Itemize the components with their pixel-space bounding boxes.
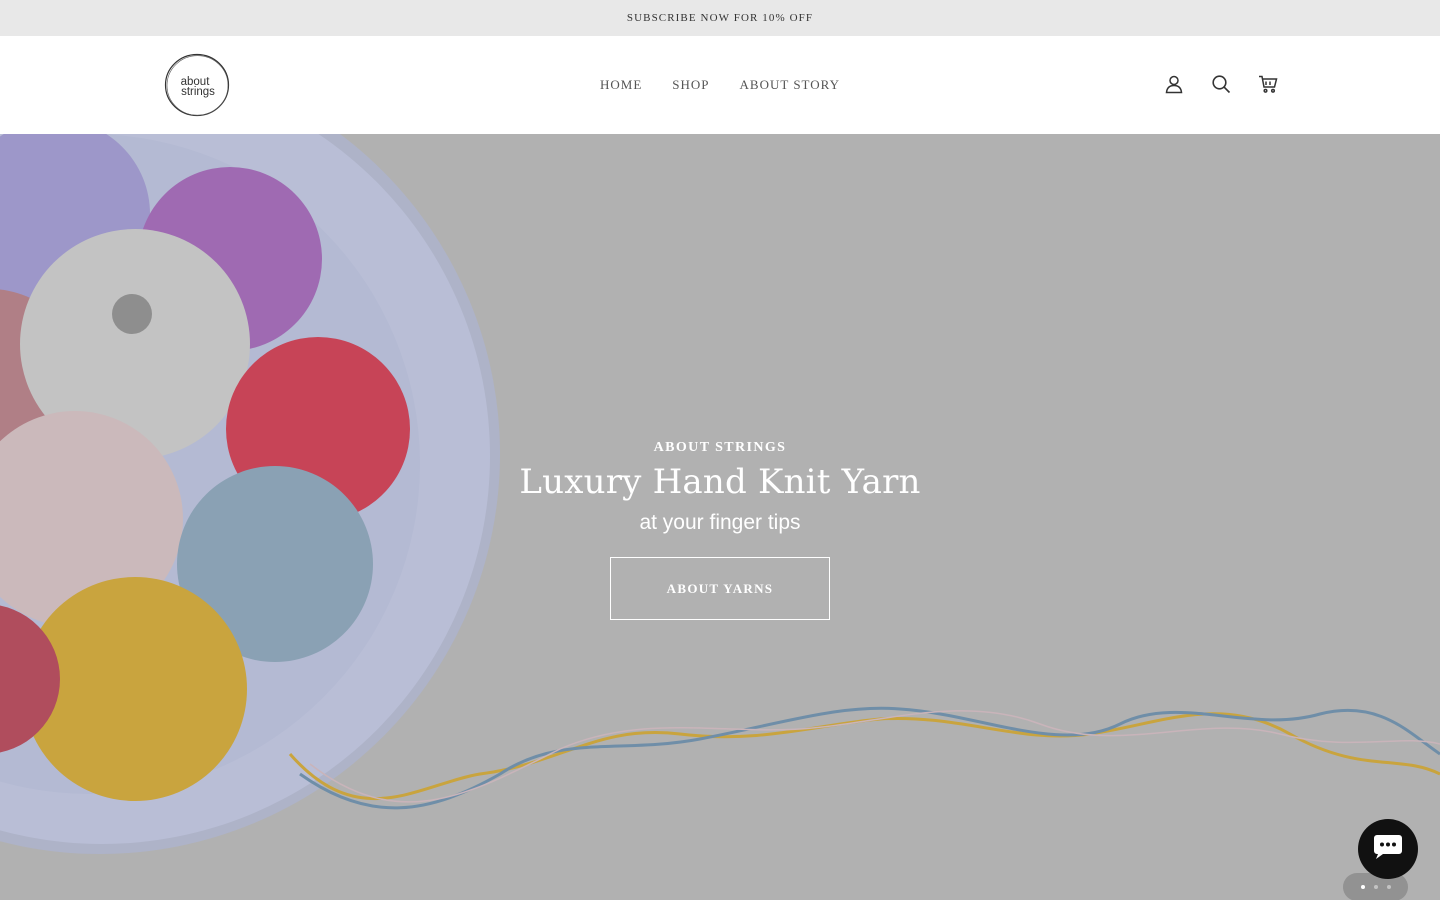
- slide-dot-3[interactable]: [1386, 885, 1391, 889]
- search-icon[interactable]: [1211, 74, 1231, 94]
- hero-slideshow: ABOUT STRINGS Luxury Hand Knit Yarn at y…: [0, 134, 1440, 900]
- hero-eyebrow: ABOUT STRINGS: [653, 440, 787, 455]
- chat-icon: [1373, 834, 1403, 865]
- announcement-text[interactable]: SUBSCRIBE NOW FOR 10% OFF: [627, 12, 813, 24]
- hero-content: ABOUT STRINGS Luxury Hand Knit Yarn at y…: [0, 438, 1440, 620]
- header-icons: [1164, 74, 1278, 94]
- announcement-bar[interactable]: SUBSCRIBE NOW FOR 10% OFF: [0, 0, 1440, 36]
- about-yarns-button[interactable]: ABOUT YARNS: [610, 557, 830, 620]
- cart-icon[interactable]: [1258, 74, 1278, 94]
- chat-button[interactable]: [1358, 819, 1418, 879]
- account-icon[interactable]: [1164, 74, 1184, 94]
- nav-home[interactable]: HOME: [600, 77, 642, 93]
- nav-shop[interactable]: SHOP: [672, 77, 709, 93]
- slide-dot-2[interactable]: [1373, 885, 1378, 889]
- nav-about-story[interactable]: ABOUT STORY: [740, 77, 840, 93]
- site-header: about strings HOME SHOP ABOUT STORY: [0, 36, 1440, 134]
- hero-headline: Luxury Hand Knit Yarn: [519, 462, 921, 502]
- hero-subheadline: at your finger tips: [639, 511, 801, 534]
- slide-dot-1[interactable]: [1360, 885, 1365, 889]
